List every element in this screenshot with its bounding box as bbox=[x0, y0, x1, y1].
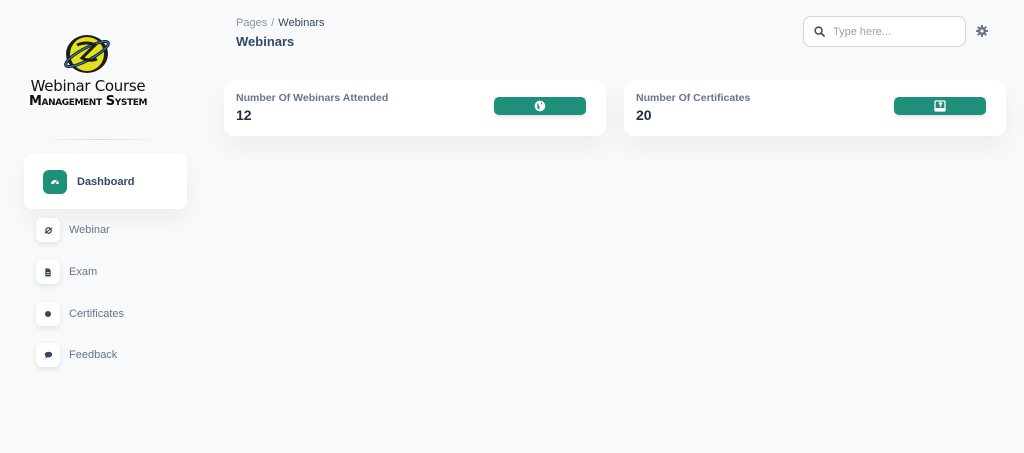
search-box[interactable] bbox=[803, 16, 966, 47]
dashboard-icon bbox=[43, 169, 67, 194]
gear-icon[interactable] bbox=[976, 25, 988, 37]
sidebar: Webinar Course Management System Dashboa… bbox=[0, 0, 200, 453]
card-value: 12 bbox=[236, 107, 252, 123]
page-title: Webinars bbox=[236, 34, 295, 49]
chat-icon bbox=[36, 343, 60, 367]
card-value: 20 bbox=[636, 107, 652, 123]
sidebar-item-label: Webinar bbox=[69, 224, 110, 236]
webinars-attended-card: Number Of Webinars Attended 12 bbox=[224, 80, 606, 136]
sidebar-item-label: Exam bbox=[69, 266, 98, 278]
sidebar-item-label: Certificates bbox=[69, 308, 125, 320]
search-input[interactable] bbox=[833, 25, 953, 38]
logo-title-line2: Management System bbox=[28, 94, 148, 109]
sidebar-divider bbox=[36, 139, 160, 140]
app-logo[interactable]: Webinar Course Management System bbox=[14, 30, 162, 114]
dot-icon bbox=[36, 302, 60, 326]
card-label: Number Of Webinars Attended bbox=[236, 92, 389, 104]
webinars-card-button[interactable] bbox=[494, 97, 586, 115]
webinar-icon bbox=[36, 218, 60, 242]
sidebar-item-label: Dashboard bbox=[77, 175, 135, 188]
card-label: Number Of Certificates bbox=[636, 92, 751, 104]
breadcrumb-current: Webinars bbox=[278, 17, 325, 29]
sidebar-item-certificates[interactable]: Certificates bbox=[36, 302, 124, 326]
breadcrumb: Pages / Webinars bbox=[236, 17, 325, 29]
certificate-icon bbox=[934, 100, 946, 112]
sidebar-item-dashboard[interactable]: Dashboard bbox=[24, 154, 187, 209]
breadcrumb-root-link[interactable]: Pages bbox=[236, 17, 267, 29]
sidebar-item-webinar[interactable]: Webinar bbox=[36, 218, 110, 242]
globe-icon bbox=[534, 100, 546, 112]
logo-title-line1: Webinar Course bbox=[30, 77, 146, 95]
sidebar-item-label: Feedback bbox=[69, 349, 118, 361]
breadcrumb-separator: / bbox=[271, 17, 275, 29]
planet-logo-icon bbox=[64, 35, 110, 73]
certificates-card-button[interactable] bbox=[894, 97, 986, 115]
sidebar-item-exam[interactable]: Exam bbox=[36, 260, 97, 284]
sidebar-item-feedback[interactable]: Feedback bbox=[36, 343, 117, 367]
certificates-card: Number Of Certificates 20 bbox=[624, 80, 1006, 136]
search-icon bbox=[814, 26, 825, 37]
document-icon bbox=[36, 260, 60, 284]
